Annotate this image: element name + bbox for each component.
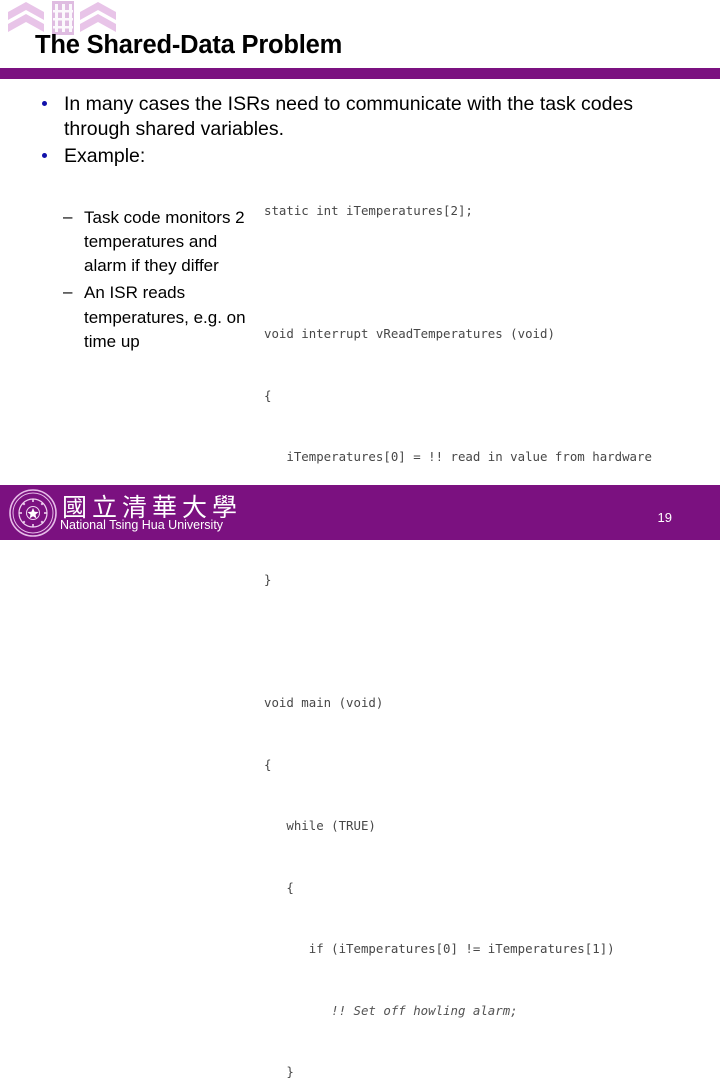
page-number: 19 [657, 510, 672, 525]
code-line: static int iTemperatures[2]; [264, 203, 473, 218]
code-line: } [264, 572, 272, 587]
dash-bullet-icon: – [63, 207, 73, 226]
code-line: while (TRUE) [264, 818, 376, 833]
bullet-list-level2: – Task code monitors 2 temperatures and … [62, 206, 262, 357]
dash-bullet-icon: – [63, 282, 73, 302]
nthu-seal-icon [8, 488, 58, 538]
bullet-text: An ISR reads temperatures, e.g. on time … [84, 283, 246, 351]
bullet-text: Example: [64, 144, 146, 167]
bullet-text: Task code monitors 2 temperatures and al… [84, 208, 245, 276]
code-line: if (iTemperatures[0] != iTemperatures[1]… [264, 941, 615, 956]
bullet-text: In many cases the ISRs need to communica… [64, 93, 634, 140]
bullet-dot-icon [42, 152, 47, 158]
footer-bar: 國立清華大學 National Tsing Hua University 19 [0, 485, 720, 540]
code-listing: static int iTemperatures[2]; void interr… [264, 160, 716, 1079]
page-title: The Shared-Data Problem [35, 31, 343, 59]
list-item: – Task code monitors 2 temperatures and … [62, 206, 262, 278]
university-name-english: National Tsing Hua University [60, 518, 224, 532]
code-line: { [264, 879, 294, 895]
title-divider [0, 68, 720, 79]
bullet-dot-icon [42, 101, 47, 106]
code-line: iTemperatures[0] = !! read in value from… [264, 449, 652, 464]
code-line: { [264, 756, 272, 772]
code-line: } [264, 1064, 294, 1079]
slide: The Shared-Data Problem In many cases th… [0, 0, 720, 1079]
code-line: !! Set off howling alarm; [264, 1002, 518, 1018]
code-line: { [264, 387, 272, 403]
code-line: void main (void) [264, 695, 384, 710]
list-item: – An ISR reads temperatures, e.g. on tim… [62, 281, 262, 353]
list-item: In many cases the ISRs need to communica… [30, 92, 655, 142]
code-line: void interrupt vReadTemperatures (void) [264, 326, 555, 341]
